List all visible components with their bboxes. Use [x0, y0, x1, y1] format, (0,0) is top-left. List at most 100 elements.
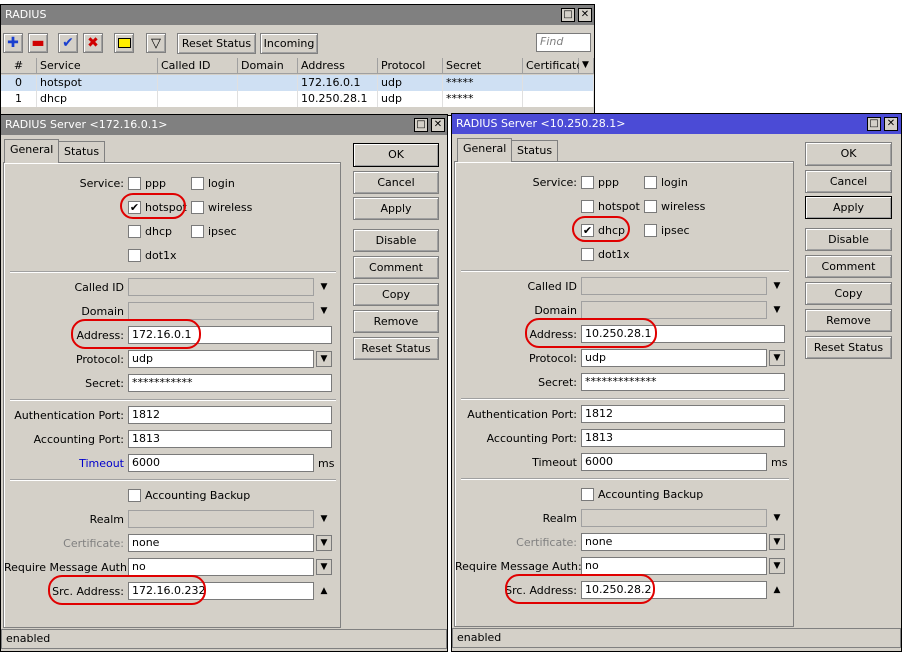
req-msg-auth-select[interactable]: no — [128, 558, 314, 576]
hotspot-checkbox[interactable] — [581, 200, 594, 213]
remove-button[interactable]: ▬ — [28, 33, 48, 53]
disable-button[interactable]: Disable — [353, 229, 439, 252]
row-address: 172.16.0.1 — [298, 75, 378, 91]
window-title: RADIUS Server <172.16.0.1> — [5, 118, 168, 131]
dropdown-icon[interactable]: ▼ — [316, 351, 332, 367]
timeout-input[interactable]: 6000 — [128, 454, 314, 472]
column-header-address[interactable]: Address — [298, 58, 378, 74]
tab-status[interactable]: Status — [58, 141, 106, 163]
dhcp-checkbox[interactable] — [128, 225, 141, 238]
ipsec-checkbox[interactable] — [644, 224, 657, 237]
auth-port-input[interactable]: 1812 — [581, 405, 785, 423]
certificate-select[interactable]: none — [128, 534, 314, 552]
apply-button[interactable]: Apply — [353, 197, 439, 220]
ipsec-checkbox[interactable] — [191, 225, 204, 238]
protocol-select[interactable]: udp — [128, 350, 314, 368]
column-header-called-id[interactable]: Called ID — [158, 58, 238, 74]
maximize-button[interactable]: □ — [414, 118, 428, 132]
dot1x-checkbox[interactable] — [128, 249, 141, 262]
certificate-label: Certificate: — [516, 536, 577, 549]
login-checkbox[interactable] — [644, 176, 657, 189]
chevron-down-icon[interactable]: ▼ — [771, 279, 783, 293]
reset-status-button[interactable]: Reset Status — [353, 337, 439, 360]
table-row[interactable]: 1 dhcp 10.250.28.1 udp ***** — [1, 91, 594, 107]
column-header-certificate[interactable]: Certificate — [523, 58, 583, 74]
close-button[interactable]: ✕ — [431, 118, 445, 132]
filter-button[interactable]: ▽ — [146, 33, 166, 53]
maximize-button[interactable]: □ — [561, 8, 575, 22]
chevron-down-icon[interactable]: ▼ — [318, 512, 330, 526]
timeout-input[interactable]: 6000 — [581, 453, 767, 471]
column-menu-button[interactable]: ▼ — [579, 58, 594, 74]
dropdown-icon[interactable]: ▼ — [316, 535, 332, 551]
called-id-input[interactable] — [581, 277, 767, 295]
tab-general[interactable]: General — [4, 139, 60, 163]
reset-status-button[interactable]: Reset Status — [805, 336, 892, 359]
chevron-up-icon[interactable]: ▲ — [771, 583, 783, 597]
realm-input[interactable] — [581, 509, 767, 527]
chevron-up-icon[interactable]: ▲ — [318, 584, 330, 598]
secret-input[interactable]: ************* — [581, 373, 785, 391]
accounting-backup-checkbox[interactable] — [128, 489, 141, 502]
apply-button[interactable]: Apply — [805, 196, 892, 219]
ppp-checkbox[interactable] — [128, 177, 141, 190]
column-header-num[interactable]: # — [1, 58, 37, 74]
tab-general[interactable]: General — [457, 138, 513, 162]
realm-input[interactable] — [128, 510, 314, 528]
cancel-button[interactable]: Cancel — [805, 170, 892, 193]
acct-port-input[interactable]: 1813 — [128, 430, 332, 448]
cancel-button[interactable]: Cancel — [353, 171, 439, 194]
ppp-checkbox[interactable] — [581, 176, 594, 189]
called-id-input[interactable] — [128, 278, 314, 296]
minus-icon: ▬ — [31, 35, 45, 51]
acct-port-input[interactable]: 1813 — [581, 429, 785, 447]
dropdown-icon[interactable]: ▼ — [769, 534, 785, 550]
remove-button[interactable]: Remove — [353, 310, 439, 333]
chevron-down-icon[interactable]: ▼ — [771, 303, 783, 317]
disable-button[interactable]: Disable — [805, 228, 892, 251]
table-row[interactable]: 0 hotspot 172.16.0.1 udp ***** — [1, 75, 594, 91]
comment-button[interactable] — [114, 33, 134, 53]
protocol-select[interactable]: udp — [581, 349, 767, 367]
ok-button[interactable]: OK — [353, 143, 439, 167]
enable-button[interactable]: ✔ — [58, 33, 78, 53]
wireless-checkbox[interactable] — [191, 201, 204, 214]
req-msg-auth-select[interactable]: no — [581, 557, 767, 575]
incoming-button[interactable]: Incoming — [260, 33, 318, 54]
dropdown-icon[interactable]: ▼ — [769, 350, 785, 366]
close-button[interactable]: ✕ — [578, 8, 592, 22]
secret-input[interactable]: *********** — [128, 374, 332, 392]
comment-button[interactable]: Comment — [353, 256, 439, 279]
chevron-down-icon[interactable]: ▼ — [771, 511, 783, 525]
domain-input[interactable] — [128, 302, 314, 320]
add-button[interactable]: ✚ — [3, 33, 23, 53]
remove-button[interactable]: Remove — [805, 309, 892, 332]
column-header-domain[interactable]: Domain — [238, 58, 298, 74]
auth-port-input[interactable]: 1812 — [128, 406, 332, 424]
dropdown-icon[interactable]: ▼ — [769, 558, 785, 574]
ok-button[interactable]: OK — [805, 142, 892, 166]
chevron-down-icon[interactable]: ▼ — [318, 304, 330, 318]
dot1x-label: dot1x — [145, 249, 177, 262]
column-header-service[interactable]: Service — [37, 58, 158, 74]
wireless-checkbox[interactable] — [644, 200, 657, 213]
login-checkbox[interactable] — [191, 177, 204, 190]
close-button[interactable]: ✕ — [884, 117, 898, 131]
comment-button[interactable]: Comment — [805, 255, 892, 278]
dot1x-checkbox[interactable] — [581, 248, 594, 261]
reset-status-button[interactable]: Reset Status — [177, 33, 256, 54]
certificate-select[interactable]: none — [581, 533, 767, 551]
accounting-backup-checkbox[interactable] — [581, 488, 594, 501]
copy-button[interactable]: Copy — [353, 283, 439, 306]
find-input[interactable]: Find — [536, 33, 591, 52]
column-header-secret[interactable]: Secret — [443, 58, 523, 74]
plus-icon: ✚ — [7, 35, 19, 51]
disable-button[interactable]: ✖ — [83, 33, 103, 53]
domain-input[interactable] — [581, 301, 767, 319]
copy-button[interactable]: Copy — [805, 282, 892, 305]
dropdown-icon[interactable]: ▼ — [316, 559, 332, 575]
chevron-down-icon[interactable]: ▼ — [318, 280, 330, 294]
maximize-button[interactable]: □ — [867, 117, 881, 131]
column-header-protocol[interactable]: Protocol — [378, 58, 443, 74]
tab-status[interactable]: Status — [511, 140, 559, 162]
